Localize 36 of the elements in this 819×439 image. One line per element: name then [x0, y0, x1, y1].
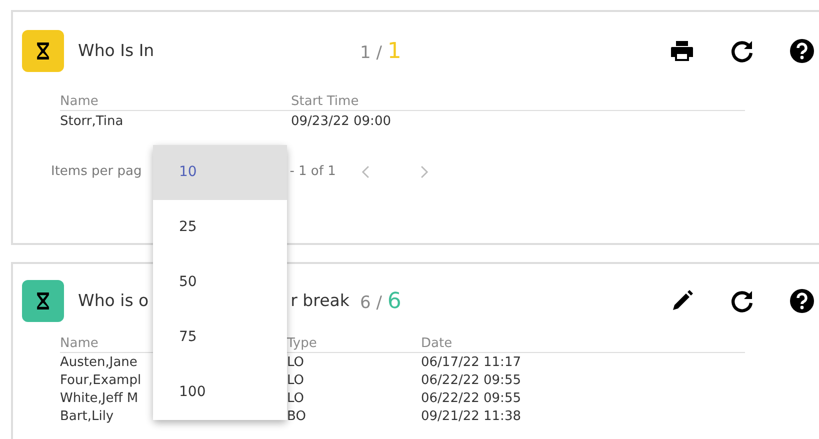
- table-cell: LO: [287, 355, 304, 371]
- column-header: Start Time: [291, 94, 359, 110]
- widget-title: Who Is In: [78, 40, 154, 62]
- table-cell: 09/21/22 11:38: [421, 409, 521, 425]
- record-count: 6 / 6: [360, 288, 402, 316]
- items-per-page-label: Items per pag: [51, 163, 142, 181]
- table-cell: Austen,Jane: [60, 355, 138, 371]
- menu-option[interactable]: 75: [153, 310, 287, 365]
- refresh-icon[interactable]: [729, 38, 755, 64]
- table-cell: LO: [287, 391, 304, 407]
- widget-title: Who is o: [78, 290, 149, 312]
- print-icon[interactable]: [669, 38, 695, 64]
- help-icon[interactable]: [789, 288, 815, 314]
- record-count: 1 / 1: [360, 38, 402, 66]
- column-header: Name: [60, 94, 98, 110]
- table-cell: 09/23/22 09:00: [291, 114, 391, 130]
- menu-option[interactable]: 25: [153, 200, 287, 255]
- widget-title: r break: [290, 290, 350, 312]
- refresh-icon[interactable]: [729, 288, 755, 314]
- table-cell: White,Jeff M: [60, 391, 138, 407]
- table-cell: 06/22/22 09:55: [421, 373, 521, 389]
- table-cell: BO: [287, 409, 306, 425]
- table-cell: Four,Exampl: [60, 373, 142, 389]
- help-icon[interactable]: [789, 38, 815, 64]
- column-header: Name: [60, 336, 98, 352]
- menu-option[interactable]: 100: [153, 365, 287, 420]
- table-cell: Storr,Tina: [60, 114, 124, 130]
- page-range: - 1 of 1: [290, 163, 336, 181]
- column-header: Date: [421, 336, 452, 352]
- table-cell: 06/17/22 11:17: [421, 355, 521, 371]
- menu-option[interactable]: 50: [153, 255, 287, 310]
- table-cell: 06/22/22 09:55: [421, 391, 521, 407]
- menu-option[interactable]: 10: [153, 145, 287, 200]
- table-cell: LO: [287, 373, 304, 389]
- table-cell: Bart,Lily: [60, 409, 114, 425]
- column-header: Type: [287, 336, 317, 352]
